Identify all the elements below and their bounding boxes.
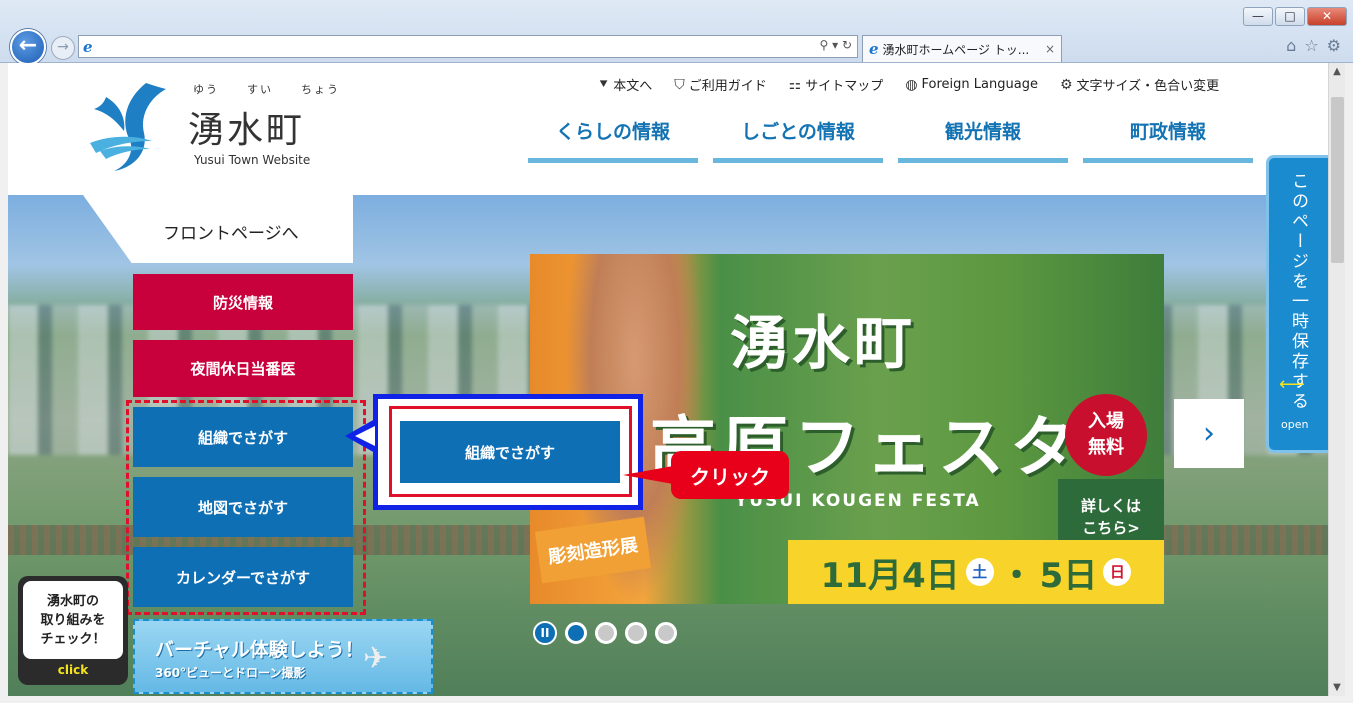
utility-nav: ⯆ 本文へ ⛉ ご利用ガイド ⚏ サイトマップ ◍ Foreign Langua… xyxy=(598,75,1220,95)
scroll-up-icon[interactable]: ▲ xyxy=(1329,63,1345,80)
nav-tourism[interactable]: 観光情報 xyxy=(898,113,1068,163)
gear-icon[interactable]: ⚙ xyxy=(1327,36,1341,55)
save-page-tab[interactable]: このページを一時保存する ⟵ open xyxy=(1266,155,1328,453)
drone-icon: ✈ xyxy=(363,641,389,676)
date-separator: ・ xyxy=(999,555,1034,596)
town-logo-icon[interactable] xyxy=(86,81,176,173)
logo-ruby: ゆう すい ちょう xyxy=(193,81,340,97)
check-line-1: 湧水町の xyxy=(46,593,99,609)
tab-favicon-icon: e xyxy=(869,40,879,58)
night-doctor-button[interactable]: 夜間休日当番医 xyxy=(133,340,353,397)
check-click-label: click xyxy=(57,663,89,677)
forward-button[interactable]: → xyxy=(51,36,75,60)
banner-title-1: 湧水町 xyxy=(730,309,917,377)
popup-pointer-inner xyxy=(355,426,375,446)
ruby-1: ゆう xyxy=(193,83,219,96)
utility-foreign-language[interactable]: ◍ Foreign Language xyxy=(905,75,1038,94)
settings-icon: ⚙ xyxy=(1059,76,1073,93)
pause-button[interactable]: II xyxy=(533,621,557,645)
event-date: 11月4日 土 ・ 5日 日 xyxy=(788,540,1164,604)
utility-text-size[interactable]: ⚙ 文字サイズ・色合い変更 xyxy=(1059,75,1220,95)
slide-dot-3[interactable] xyxy=(625,622,647,644)
front-page-link[interactable]: フロントページへ xyxy=(83,195,353,263)
site-subtitle: Yusui Town Website xyxy=(194,153,311,167)
slide-dot-1[interactable] xyxy=(565,622,587,644)
left-arrow-icon: ⟵ xyxy=(1279,374,1305,395)
virtual-title: バーチャル体験しよう！ xyxy=(155,639,364,661)
nav-work[interactable]: しごとの情報 xyxy=(713,113,883,163)
ruby-2: すい xyxy=(247,83,273,96)
down-arrow-icon: ⯆ xyxy=(598,76,610,93)
nav-government[interactable]: 町政情報 xyxy=(1083,113,1253,163)
date-part-2: 5日 xyxy=(1039,555,1098,596)
guide-icon: ⛉ xyxy=(674,76,685,93)
back-button[interactable]: ← xyxy=(10,29,46,65)
slide-dot-4[interactable] xyxy=(655,622,677,644)
virtual-experience-banner[interactable]: バーチャル体験しよう！ 360°ビューとドローン撮影 ✈ xyxy=(133,619,433,694)
utility-skip-to-content[interactable]: ⯆ 本文へ xyxy=(598,75,653,95)
utility-label: 本文へ xyxy=(613,79,653,94)
date-part-1: 11月4日 xyxy=(820,555,960,596)
callout-tail xyxy=(623,466,673,484)
utility-label: サイトマップ xyxy=(805,79,884,94)
popup-search-by-org-button[interactable]: 組織でさがす xyxy=(400,421,620,483)
page-viewport: ゆう すい ちょう 湧水町 Yusui Town Website ⯆ 本文へ ⛉… xyxy=(8,63,1328,696)
front-page-label: フロントページへ xyxy=(163,224,299,244)
utility-guide[interactable]: ⛉ ご利用ガイド xyxy=(674,75,767,95)
scroll-thumb[interactable] xyxy=(1331,97,1344,263)
favorites-star-icon[interactable]: ☆ xyxy=(1304,36,1318,55)
check-line-3: チェック！ xyxy=(40,631,106,647)
browser-chrome: — □ ✕ ← → e ⚲ ▾ ↻ e 湧水町ホームページ トッ... × ⌂ … xyxy=(0,0,1353,65)
badge-line-2: 無料 xyxy=(1088,437,1124,458)
open-label: open xyxy=(1281,418,1309,431)
check-line-2: 取り組みを xyxy=(40,612,106,628)
detail-line-1: 詳しくは xyxy=(1080,496,1141,515)
close-window-button[interactable]: ✕ xyxy=(1307,7,1347,26)
site-title[interactable]: 湧水町 xyxy=(188,101,305,153)
slide-indicators: II xyxy=(533,621,677,645)
tab-close-icon[interactable]: × xyxy=(1045,42,1055,56)
home-icon[interactable]: ⌂ xyxy=(1286,36,1296,55)
utility-label: ご利用ガイド xyxy=(688,79,767,94)
day-of-week-sat: 土 xyxy=(965,558,994,586)
slide-next-button[interactable]: › xyxy=(1174,399,1244,468)
address-bar[interactable]: e ⚲ ▾ ↻ xyxy=(78,35,858,58)
globe-icon: ◍ xyxy=(905,76,918,93)
sitemap-icon: ⚏ xyxy=(788,76,802,93)
maximize-button[interactable]: □ xyxy=(1275,7,1305,26)
day-of-week-sun: 日 xyxy=(1103,558,1132,586)
window-controls: — □ ✕ xyxy=(1243,7,1347,26)
utility-sitemap[interactable]: ⚏ サイトマップ xyxy=(788,75,884,95)
check-initiatives-box[interactable]: 湧水町の 取り組みを チェック！ click xyxy=(18,576,128,685)
address-tools[interactable]: ⚲ ▾ ↻ xyxy=(820,38,853,52)
browser-tab[interactable]: e 湧水町ホームページ トッ... × xyxy=(862,35,1062,62)
global-nav: くらしの情報 しごとの情報 観光情報 町政情報 xyxy=(528,113,1253,163)
utility-label: Foreign Language xyxy=(921,77,1038,92)
check-initiatives-text: 湧水町の 取り組みを チェック！ xyxy=(23,581,123,659)
virtual-subtitle: 360°ビューとドローン撮影 xyxy=(155,666,306,680)
badge-line-1: 入場 xyxy=(1088,411,1124,432)
disaster-info-button[interactable]: 防災情報 xyxy=(133,274,353,330)
ruby-3: ちょう xyxy=(301,83,340,96)
browser-tools: ⌂ ☆ ⚙ xyxy=(1286,36,1341,55)
utility-label: 文字サイズ・色合い変更 xyxy=(1076,79,1220,94)
slide-dot-2[interactable] xyxy=(595,622,617,644)
minimize-button[interactable]: — xyxy=(1243,7,1273,26)
free-entry-badge: 入場 無料 xyxy=(1065,394,1147,476)
detail-line-2: こちら> xyxy=(1082,518,1140,537)
ie-icon: e xyxy=(83,37,93,56)
highlight-dashed-box xyxy=(126,400,366,615)
scroll-down-icon[interactable]: ▼ xyxy=(1329,679,1345,696)
vertical-scrollbar[interactable]: ▲ ▼ xyxy=(1328,63,1345,696)
hero-section: フロントページへ 防災情報 夜間休日当番医 組織でさがす 地図でさがす カレンダ… xyxy=(8,195,1328,696)
nav-living[interactable]: くらしの情報 xyxy=(528,113,698,163)
click-callout: クリック xyxy=(671,451,789,499)
tab-title: 湧水町ホームページ トッ... xyxy=(882,42,1030,57)
